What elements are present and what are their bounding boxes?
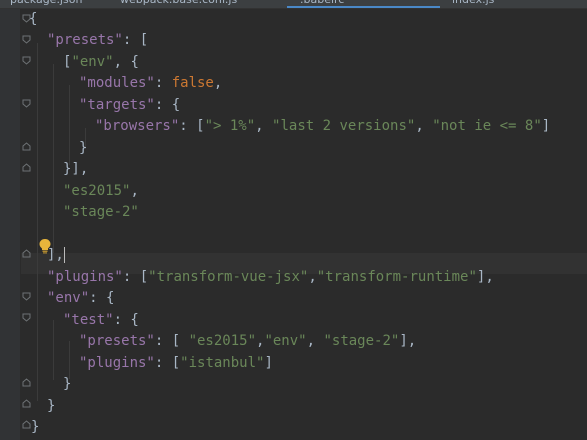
code-line: } (47, 396, 55, 417)
tab-webpack-base-conf[interactable]: webpack.base.conf.js (120, 0, 237, 8)
string-token: "stage-2" (323, 333, 400, 349)
string-token: "stage-2" (63, 204, 139, 220)
brace-token: } (63, 376, 72, 392)
punct-token: , (213, 75, 223, 91)
code-line: "presets": [ (47, 30, 148, 51)
punct-token: , (308, 269, 317, 285)
code-line: ], (47, 245, 65, 266)
punct-token: , (306, 333, 324, 349)
fold-open-icon[interactable] (22, 313, 31, 322)
tab-package-json[interactable]: package.json (10, 0, 82, 8)
fold-close-icon[interactable] (22, 378, 31, 387)
code-line: } (31, 417, 39, 438)
code-line: }], (63, 159, 88, 180)
key-token: "test" (63, 312, 114, 328)
tab-index-js[interactable]: index.js (452, 0, 494, 8)
key-token: "browsers" (95, 118, 180, 134)
punct-token: : [ (154, 355, 181, 371)
string-token: "istanbul" (180, 355, 265, 371)
code-line: } (63, 374, 71, 395)
string-token: "es2015" (188, 333, 257, 349)
punct-token: : { (154, 97, 181, 113)
indent-guide (53, 64, 54, 253)
string-token: "transform-vue-jsx" (148, 269, 309, 285)
code-line: { (29, 9, 37, 30)
string-token: "transform-runtime" (316, 269, 477, 285)
code-line: "test": { (63, 310, 139, 331)
key-token: "presets" (47, 32, 123, 48)
code-line: "plugins": ["transform-vue-jsx","transfo… (47, 267, 494, 288)
punct-token: : [ (122, 32, 149, 48)
keyword-token: false (171, 75, 214, 91)
code-line: "es2015", (63, 181, 139, 202)
indent-guide (53, 320, 54, 380)
code-line: "modules": false, (79, 73, 222, 94)
fold-close-icon[interactable] (22, 399, 31, 408)
fold-close-icon[interactable] (22, 420, 31, 429)
fold-open-icon[interactable] (22, 35, 31, 44)
string-token: "es2015" (63, 183, 131, 199)
key-token: "env" (47, 290, 90, 306)
punct-token: ], (399, 333, 417, 349)
punct-token: : { (89, 290, 115, 306)
code-line: "browsers": ["> 1%", "last 2 versions", … (95, 116, 550, 137)
code-editor[interactable]: { "presets": [ ["env", { "modules": fals… (0, 9, 587, 440)
punct-token: , (415, 118, 433, 134)
fold-close-icon[interactable] (22, 249, 31, 258)
punct-token: : [ (122, 269, 149, 285)
key-token: "targets" (79, 97, 155, 113)
punct-token: ] (541, 118, 551, 134)
punct-token: : [ (179, 118, 205, 134)
code-line: "targets": { (79, 95, 180, 116)
brace-token: } (31, 419, 40, 435)
key-token: "modules" (79, 75, 155, 91)
fold-open-icon[interactable] (22, 292, 31, 301)
punct-token: , { (113, 54, 139, 70)
string-token: "last 2 versions" (272, 118, 416, 134)
code-line: "plugins": ["istanbul"] (79, 353, 273, 374)
fold-close-icon[interactable] (22, 163, 31, 172)
code-line: ["env", { (63, 52, 139, 73)
punct-token: , (130, 183, 139, 199)
key-token: "presets" (79, 333, 155, 349)
string-token: "not ie <= 8" (432, 118, 542, 134)
string-token: "env" (71, 54, 114, 70)
indent-guide (69, 85, 70, 165)
punct-token: , (255, 118, 273, 134)
punct-token: : (154, 75, 172, 91)
brace-token: } (47, 398, 56, 414)
code-line: "stage-2" (63, 202, 139, 223)
key-token: "plugins" (47, 269, 123, 285)
brace-token: { (29, 11, 38, 27)
string-token: "env" (264, 333, 307, 349)
punct-token: ], (476, 269, 494, 285)
text-caret (63, 247, 65, 263)
punct-token: : { (113, 312, 139, 328)
code-line: "presets": [ "es2015","env", "stage-2"], (79, 331, 416, 352)
indent-guide (37, 43, 38, 401)
punct-token: ] (264, 355, 273, 371)
fold-close-icon[interactable] (22, 142, 31, 151)
punct-token: }], (63, 161, 89, 177)
code-line: "env": { (47, 288, 114, 309)
punct-token: : [ (154, 333, 189, 349)
brace-token: } (79, 140, 88, 156)
key-token: "plugins" (79, 355, 155, 371)
punct-token: ], (47, 247, 64, 263)
string-token: "> 1%" (204, 118, 256, 134)
code-line: } (79, 138, 87, 159)
fold-open-icon[interactable] (22, 99, 31, 108)
fold-open-icon[interactable] (22, 56, 31, 65)
editor-tab-bar: package.json webpack.base.conf.js .babel… (0, 0, 587, 9)
